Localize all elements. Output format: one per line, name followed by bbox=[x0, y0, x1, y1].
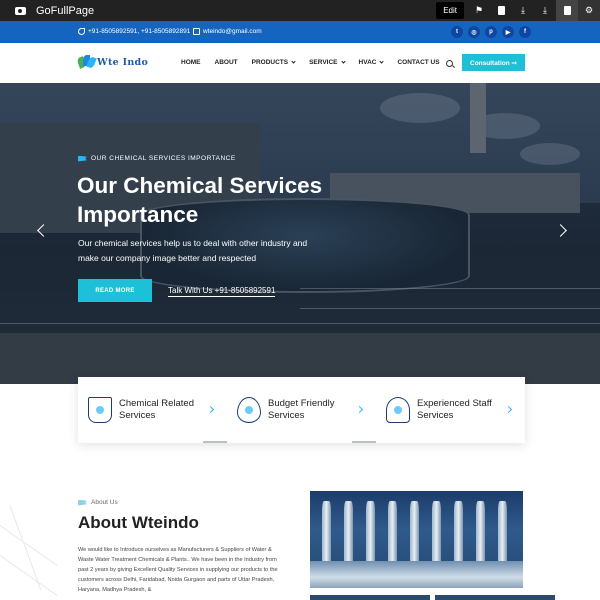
service-cards: Chemical Related Services Budget Friendl… bbox=[78, 377, 525, 443]
about-eyebrow-text: About Us bbox=[91, 499, 118, 506]
money-drop-icon bbox=[237, 397, 261, 423]
phone-icon bbox=[78, 28, 85, 35]
card-accent-bar bbox=[203, 441, 227, 443]
site-logo[interactable]: Wte Indo bbox=[76, 54, 149, 70]
about-decoration bbox=[0, 505, 60, 600]
social-links: t ◎ p ▶ f bbox=[451, 26, 531, 38]
photo-thumbnail bbox=[435, 595, 555, 600]
photo-thumbnails bbox=[310, 595, 555, 600]
nav-item-hvac[interactable]: HVAC bbox=[359, 59, 385, 66]
leaf-logo-icon bbox=[76, 54, 97, 70]
service-card-chemical[interactable]: Chemical Related Services bbox=[78, 377, 227, 443]
chevron-right-icon bbox=[504, 405, 513, 414]
nav-item-service[interactable]: SERVICE bbox=[309, 59, 346, 66]
email-text: wteindo@gmail.com bbox=[203, 28, 262, 36]
document-icon[interactable] bbox=[556, 0, 578, 21]
engineer-icon bbox=[386, 397, 410, 423]
facebook-icon[interactable]: f bbox=[519, 26, 531, 38]
hero-slider: OUR CHEMICAL SERVICES IMPORTANCE Our Che… bbox=[0, 83, 600, 384]
nav-links: HOME ABOUT PRODUCTS SERVICE HVAC CONTACT… bbox=[181, 59, 454, 66]
hero-description: Our chemical services help us to deal wi… bbox=[78, 238, 308, 263]
twitter-icon[interactable]: t bbox=[451, 26, 463, 38]
chevron-down-icon bbox=[291, 59, 296, 64]
service-title: Experienced Staff Services bbox=[417, 398, 492, 421]
gear-icon[interactable]: ⚙ bbox=[578, 0, 600, 21]
photo-thumbnail bbox=[310, 595, 430, 600]
service-card-staff[interactable]: Experienced Staff Services bbox=[376, 377, 525, 443]
hero-title: Our Chemical Services Importance bbox=[77, 173, 323, 227]
gofullpage-toolbar: GoFullPage Edit ⚑ ⤓ ⤓ ⚙ bbox=[0, 0, 600, 21]
about-title: About Wteindo bbox=[78, 513, 199, 532]
read-more-button[interactable]: READ MORE bbox=[78, 279, 152, 302]
logo-text: Wte Indo bbox=[97, 56, 149, 68]
edit-button[interactable]: Edit bbox=[436, 2, 464, 19]
hero-eyebrow: OUR CHEMICAL SERVICES IMPORTANCE bbox=[78, 155, 236, 162]
flag-icon bbox=[78, 155, 87, 162]
consultation-button[interactable]: Consultation ➞ bbox=[462, 54, 525, 71]
nav-item-contact[interactable]: CONTACT US bbox=[397, 59, 439, 66]
chevron-down-icon bbox=[379, 59, 385, 64]
download-icon[interactable]: ⤓ bbox=[534, 0, 556, 21]
about-eyebrow: About Us bbox=[78, 499, 118, 506]
nav-item-home[interactable]: HOME bbox=[181, 59, 201, 66]
instagram-icon[interactable]: ◎ bbox=[468, 26, 480, 38]
treatment-plant-photo bbox=[310, 491, 523, 588]
pinterest-icon[interactable]: p bbox=[485, 26, 497, 38]
search-icon[interactable] bbox=[446, 60, 453, 67]
extension-brand: GoFullPage bbox=[36, 4, 95, 17]
phone-text: +91-8505892591, +91-8505892891 bbox=[88, 28, 191, 36]
contact-topbar: +91-8505892591, +91-8505892891 wteindo@g… bbox=[0, 21, 600, 43]
chevron-right-icon bbox=[206, 405, 215, 414]
service-title: Budget Friendly Services bbox=[268, 398, 335, 421]
main-navbar: Wte Indo HOME ABOUT PRODUCTS SERVICE HVA… bbox=[0, 43, 600, 83]
chevron-right-icon bbox=[355, 405, 364, 414]
download-pdf-icon[interactable]: ⤓ bbox=[512, 0, 534, 21]
mail-icon bbox=[193, 28, 200, 35]
hero-eyebrow-text: OUR CHEMICAL SERVICES IMPORTANCE bbox=[91, 155, 236, 162]
water-surface bbox=[310, 561, 523, 588]
talk-with-us-link[interactable]: Talk With Us +91-8505892591 bbox=[168, 286, 276, 297]
trash-icon[interactable] bbox=[490, 0, 512, 21]
service-title: Chemical Related Services bbox=[119, 398, 194, 421]
email-link[interactable]: wteindo@gmail.com bbox=[193, 28, 262, 35]
phone-numbers[interactable]: +91-8505892591, +91-8505892891 bbox=[78, 28, 190, 35]
nav-item-products[interactable]: PRODUCTS bbox=[252, 59, 296, 66]
flask-icon bbox=[88, 397, 112, 423]
hero-overlay bbox=[0, 83, 600, 384]
chevron-down-icon bbox=[340, 59, 346, 64]
card-accent-bar bbox=[352, 441, 376, 443]
nav-item-about[interactable]: ABOUT bbox=[215, 59, 238, 66]
service-card-budget[interactable]: Budget Friendly Services bbox=[227, 377, 376, 443]
flag-icon[interactable]: ⚑ bbox=[468, 0, 490, 21]
about-body: We would like to Introduce ourselves as … bbox=[78, 547, 278, 593]
camera-icon[interactable] bbox=[14, 5, 30, 17]
youtube-icon[interactable]: ▶ bbox=[502, 26, 514, 38]
flag-icon bbox=[78, 499, 87, 506]
extension-tools: Edit ⚑ ⤓ ⤓ ⚙ bbox=[436, 0, 600, 21]
